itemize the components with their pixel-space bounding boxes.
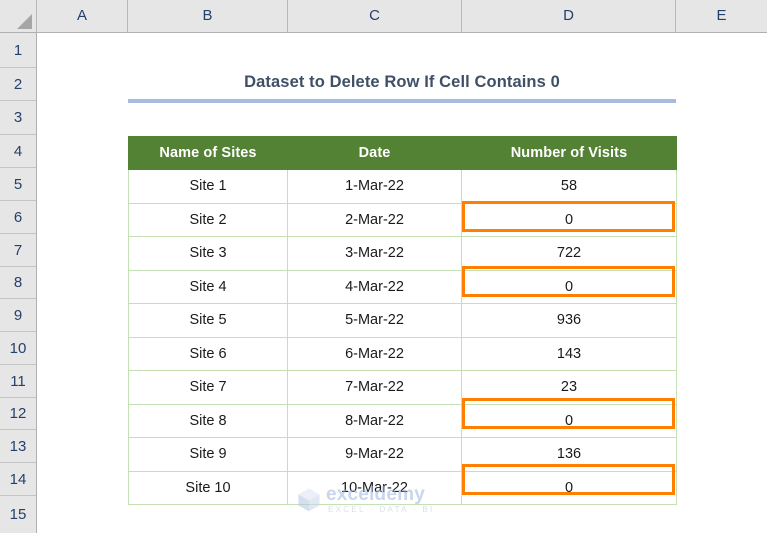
row-header-10[interactable]: 10 — [0, 332, 36, 365]
cell-site[interactable]: Site 4 — [128, 269, 288, 304]
cell-site[interactable]: Site 6 — [128, 336, 288, 371]
cell-visits[interactable]: 136 — [461, 437, 677, 472]
cell-date[interactable]: 8-Mar-22 — [287, 403, 462, 438]
cell-date[interactable]: 5-Mar-22 — [287, 303, 462, 338]
cell-visits[interactable]: 143 — [461, 336, 677, 371]
cell-date[interactable]: 6-Mar-22 — [287, 336, 462, 371]
cell-date[interactable]: 4-Mar-22 — [287, 269, 462, 304]
spreadsheet-canvas: A B C D E 1 2 3 4 5 6 7 8 9 10 11 12 13 … — [0, 0, 767, 533]
row-header-14[interactable]: 14 — [0, 463, 36, 496]
table-row: Site 2 2-Mar-22 0 — [128, 202, 677, 237]
cell-date[interactable]: 7-Mar-22 — [287, 370, 462, 405]
cell-visits[interactable]: 0 — [461, 202, 677, 237]
cell-site[interactable]: Site 9 — [128, 437, 288, 472]
column-header-c[interactable]: C — [288, 0, 462, 32]
cell-site[interactable]: Site 5 — [128, 303, 288, 338]
column-header-name-of-sites[interactable]: Name of Sites — [128, 136, 288, 170]
table-row: Site 4 4-Mar-22 0 — [128, 269, 677, 304]
column-header-d[interactable]: D — [462, 0, 676, 32]
cell-site[interactable]: Site 10 — [128, 470, 288, 505]
cell-visits[interactable]: 0 — [461, 403, 677, 438]
cell-visits[interactable]: 23 — [461, 370, 677, 405]
row-header-9[interactable]: 9 — [0, 299, 36, 332]
cell-visits[interactable]: 936 — [461, 303, 677, 338]
table-row: Site 5 5-Mar-22 936 — [128, 303, 677, 338]
column-header-number-of-visits[interactable]: Number of Visits — [461, 136, 677, 170]
cell-site[interactable]: Site 1 — [128, 169, 288, 204]
cell-site[interactable]: Site 8 — [128, 403, 288, 438]
column-header-b[interactable]: B — [128, 0, 288, 32]
cell-visits[interactable]: 0 — [461, 269, 677, 304]
row-header-4[interactable]: 4 — [0, 135, 36, 168]
row-header-3[interactable]: 3 — [0, 101, 36, 135]
table-row: Site 10 10-Mar-22 0 — [128, 470, 677, 505]
row-header-13[interactable]: 13 — [0, 430, 36, 463]
cell-site[interactable]: Site 2 — [128, 202, 288, 237]
cell-site[interactable]: Site 3 — [128, 236, 288, 271]
select-all-corner-button[interactable] — [0, 0, 37, 32]
row-header-1[interactable]: 1 — [0, 33, 36, 68]
cell-date[interactable]: 2-Mar-22 — [287, 202, 462, 237]
row-header-5[interactable]: 5 — [0, 168, 36, 201]
table-row: Site 1 1-Mar-22 58 — [128, 169, 677, 204]
row-header-bar: 1 2 3 4 5 6 7 8 9 10 11 12 13 14 15 — [0, 33, 37, 533]
cell-visits[interactable]: 58 — [461, 169, 677, 204]
table-header-row: Name of Sites Date Number of Visits — [128, 136, 677, 170]
column-header-a[interactable]: A — [37, 0, 128, 32]
table-row: Site 7 7-Mar-22 23 — [128, 370, 677, 405]
dataset-table-wrapper: Name of Sites Date Number of Visits Site… — [128, 136, 677, 505]
column-header-e[interactable]: E — [676, 0, 767, 32]
cell-date[interactable]: 9-Mar-22 — [287, 437, 462, 472]
row-header-7[interactable]: 7 — [0, 234, 36, 267]
cell-date[interactable]: 3-Mar-22 — [287, 236, 462, 271]
column-header-date[interactable]: Date — [287, 136, 462, 170]
page-title: Dataset to Delete Row If Cell Contains 0 — [244, 73, 560, 91]
dataset-table: Name of Sites Date Number of Visits Site… — [128, 136, 677, 505]
row-header-8[interactable]: 8 — [0, 267, 36, 299]
title-underline-rule — [128, 99, 676, 103]
cell-visits[interactable]: 0 — [461, 470, 677, 505]
row-header-12[interactable]: 12 — [0, 398, 36, 430]
cell-site[interactable]: Site 7 — [128, 370, 288, 405]
cell-date[interactable]: 1-Mar-22 — [287, 169, 462, 204]
table-row: Site 3 3-Mar-22 722 — [128, 236, 677, 271]
table-row: Site 9 9-Mar-22 136 — [128, 437, 677, 472]
row-header-2[interactable]: 2 — [0, 68, 36, 101]
row-header-15[interactable]: 15 — [0, 496, 36, 533]
cell-visits[interactable]: 722 — [461, 236, 677, 271]
dataset-title-band: Dataset to Delete Row If Cell Contains 0 — [128, 70, 676, 106]
row-header-6[interactable]: 6 — [0, 201, 36, 234]
table-row: Site 6 6-Mar-22 143 — [128, 336, 677, 371]
table-row: Site 8 8-Mar-22 0 — [128, 403, 677, 438]
select-all-triangle-icon — [17, 14, 32, 29]
column-header-bar: A B C D E — [0, 0, 767, 33]
row-header-11[interactable]: 11 — [0, 365, 36, 398]
cell-date[interactable]: 10-Mar-22 — [287, 470, 462, 505]
